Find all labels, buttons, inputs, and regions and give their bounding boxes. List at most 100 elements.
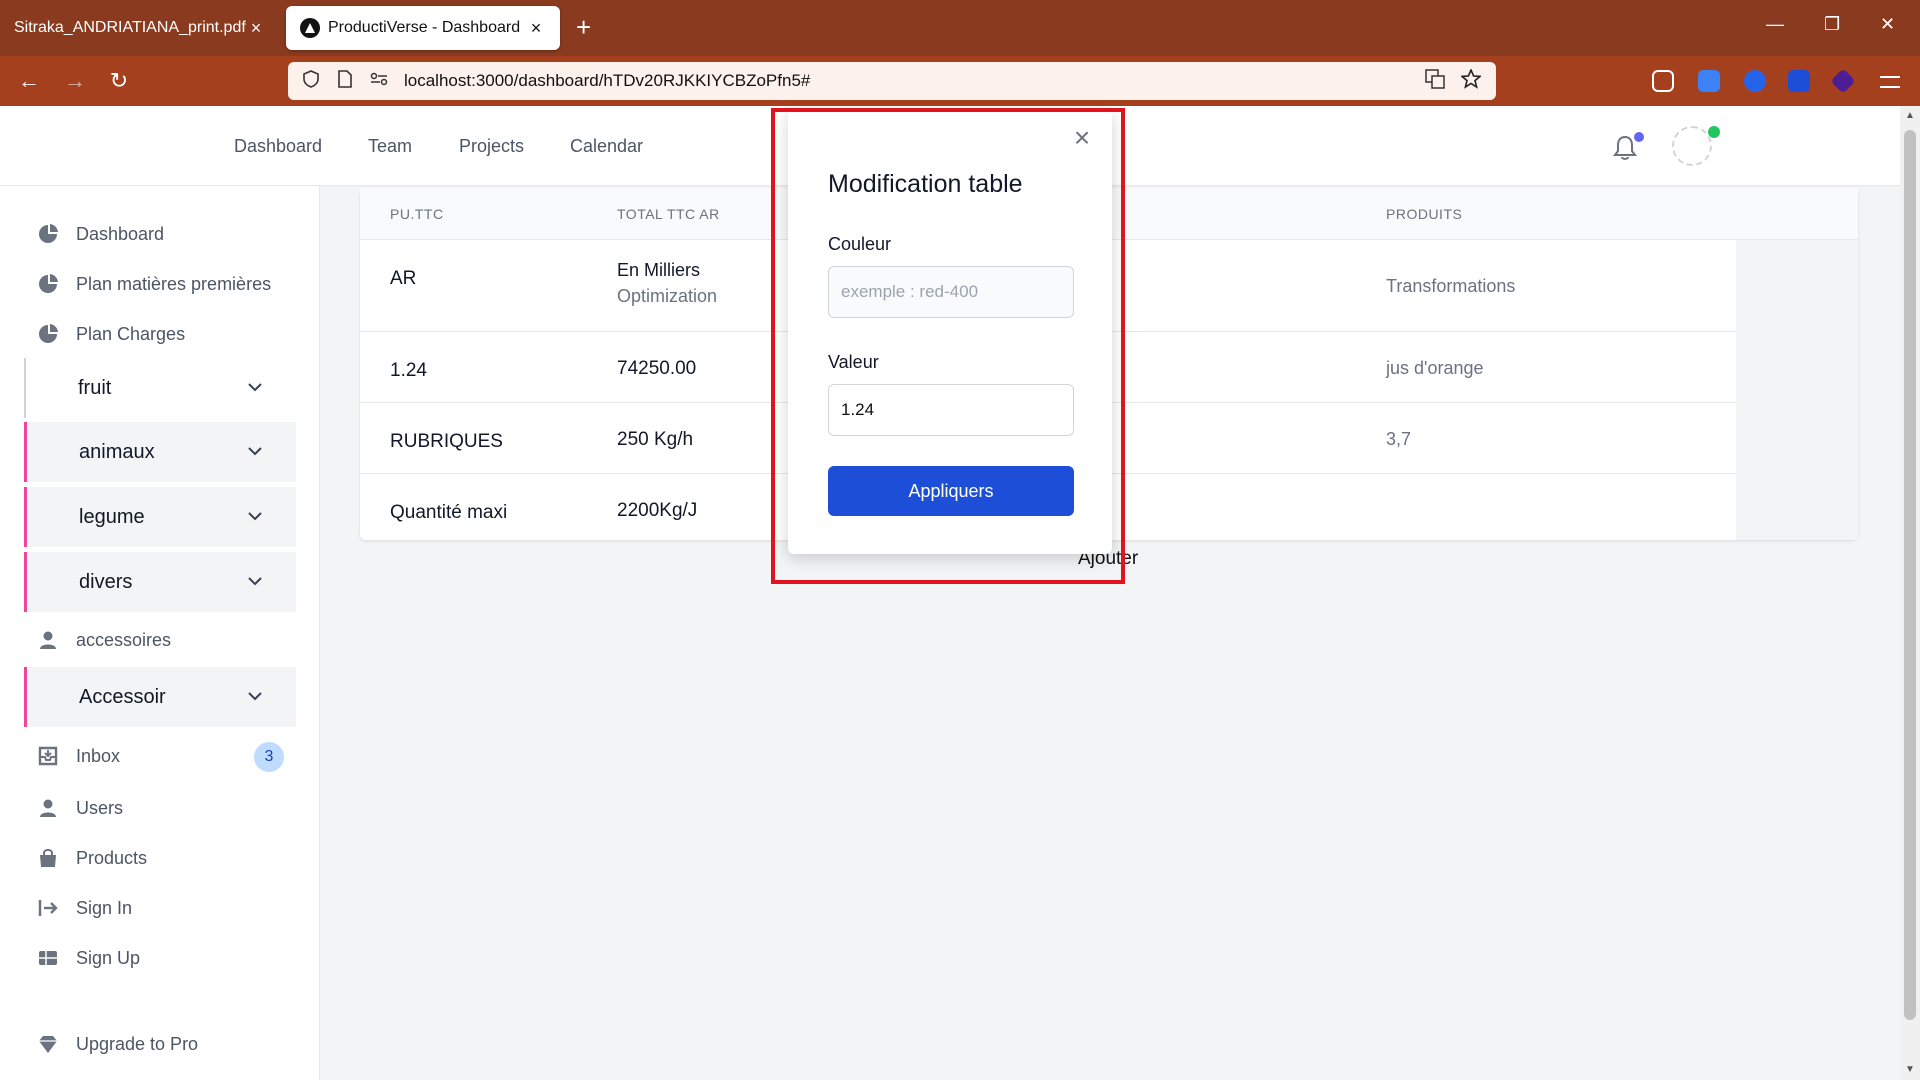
page-scrollbar[interactable]: ▲ ▼ bbox=[1900, 106, 1920, 1080]
address-bar[interactable]: localhost:3000/dashboard/hTDv20RJKKIYCBZ… bbox=[288, 62, 1496, 100]
sidebar-item-sign-in[interactable]: Sign In bbox=[36, 896, 132, 920]
inbox-icon bbox=[36, 744, 60, 768]
sidebar-item-label: Users bbox=[76, 797, 124, 818]
pie-chart-icon bbox=[36, 222, 60, 246]
sidebar-item-label: Inbox bbox=[76, 745, 121, 766]
sidebar-item-label: Plan matières premières bbox=[76, 273, 272, 294]
inbox-count-badge: 3 bbox=[254, 742, 284, 772]
app-favicon-icon bbox=[300, 18, 320, 38]
table-cell: 74250.00 bbox=[617, 358, 697, 379]
new-tab-button[interactable]: + bbox=[576, 14, 591, 40]
sidebar-item-plan-charges[interactable]: Plan Charges bbox=[36, 322, 185, 346]
sidebar-item-upgrade[interactable]: Upgrade to Pro bbox=[36, 1032, 198, 1056]
sidebar-item-label: accessoires bbox=[76, 629, 172, 650]
back-icon[interactable]: ← bbox=[14, 68, 44, 94]
permissions-icon[interactable] bbox=[368, 72, 390, 91]
reload-icon[interactable]: ↻ bbox=[104, 68, 134, 94]
table-cell: jus d'orange bbox=[1386, 358, 1484, 378]
table-cell: 2200Kg/J bbox=[617, 500, 698, 521]
nav-team[interactable]: Team bbox=[368, 136, 412, 157]
tab-pdf[interactable]: Sitraka_ANDRIATIANA_print.pdf × bbox=[0, 6, 280, 50]
minimize-icon[interactable]: — bbox=[1766, 14, 1784, 35]
user-icon bbox=[36, 796, 60, 820]
table-cell: AR bbox=[390, 268, 417, 289]
table-cell: 1.24 bbox=[390, 360, 427, 381]
table-side-strip bbox=[1736, 240, 1858, 540]
table-icon bbox=[36, 946, 60, 970]
browser-tab-bar: Sitraka_ANDRIATIANA_print.pdf × Producti… bbox=[0, 0, 1920, 56]
chevron-down-icon bbox=[248, 447, 262, 456]
sidebar-item-dashboard[interactable]: Dashboard bbox=[36, 222, 164, 246]
translate-icon[interactable] bbox=[1424, 68, 1446, 94]
group-label: legume bbox=[79, 505, 145, 528]
browser-nav-bar: ← → ↻ localhost:3000/dashboard/hTDv20RJK… bbox=[0, 56, 1920, 106]
chevron-down-icon bbox=[248, 512, 262, 521]
scroll-down-icon[interactable]: ▼ bbox=[1900, 1064, 1920, 1075]
sidebar-item-label: Plan Charges bbox=[76, 323, 186, 344]
close-tab-icon[interactable]: × bbox=[526, 18, 546, 39]
column-header: TOTAL TTC AR bbox=[617, 206, 720, 222]
menu-icon[interactable] bbox=[1880, 76, 1900, 88]
shield-icon[interactable] bbox=[300, 69, 322, 93]
sidebar-item-inbox[interactable]: Inbox bbox=[36, 744, 120, 768]
extension-icon[interactable] bbox=[1698, 70, 1720, 92]
shopping-bag-icon bbox=[36, 846, 60, 870]
sidebar-group-fruit[interactable]: fruit bbox=[24, 358, 296, 418]
chevron-down-icon bbox=[248, 577, 262, 586]
sidebar-group-legume[interactable]: legume bbox=[24, 487, 296, 547]
nav-dashboard[interactable]: Dashboard bbox=[234, 136, 322, 157]
nav-projects[interactable]: Projects bbox=[459, 136, 524, 157]
translate-extension-icon[interactable] bbox=[1788, 70, 1810, 92]
table-cell: En Milliers bbox=[617, 260, 701, 280]
notification-dot bbox=[1634, 132, 1644, 142]
nav-calendar[interactable]: Calendar bbox=[570, 136, 643, 157]
pocket-icon[interactable] bbox=[1652, 70, 1674, 92]
table-cell: 3,7 bbox=[1386, 429, 1412, 449]
restore-icon[interactable]: ❐ bbox=[1824, 14, 1840, 35]
page-icon[interactable] bbox=[334, 69, 356, 93]
table-cell: RUBRIQUES bbox=[390, 431, 503, 452]
extension-icon[interactable] bbox=[1830, 68, 1856, 94]
tab-dashboard[interactable]: ProductiVerse - Dashboard × bbox=[286, 6, 560, 50]
sidebar-item-label: Sign Up bbox=[76, 947, 141, 968]
table-cell: Quantité maxi bbox=[390, 502, 508, 523]
close-tab-icon[interactable]: × bbox=[246, 18, 266, 39]
table-cell: Optimization bbox=[617, 286, 718, 306]
scroll-up-icon[interactable]: ▲ bbox=[1900, 110, 1920, 121]
sidebar-item-plan-matieres[interactable]: Plan matières premières bbox=[36, 272, 271, 296]
tab-title: Sitraka_ANDRIATIANA_print.pdf bbox=[14, 19, 246, 36]
sidebar-item-label: Sign In bbox=[76, 897, 133, 918]
sidebar-group-animaux[interactable]: animaux bbox=[24, 422, 296, 482]
sidebar-item-accessoires[interactable]: accessoires bbox=[36, 628, 171, 652]
chevron-down-icon bbox=[248, 383, 262, 392]
user-icon bbox=[36, 628, 60, 652]
sidebar-item-label: Products bbox=[76, 847, 148, 868]
sidebar-item-label: Dashboard bbox=[76, 223, 165, 244]
sidebar: Dashboard Plan matières premières Plan C… bbox=[0, 186, 320, 1080]
table-cell: Transformations bbox=[1386, 276, 1516, 296]
pie-chart-icon bbox=[36, 272, 60, 296]
extension-icon[interactable] bbox=[1744, 70, 1766, 92]
group-label: animaux bbox=[79, 440, 155, 463]
forward-icon[interactable]: → bbox=[60, 68, 90, 94]
scrollbar-thumb[interactable] bbox=[1904, 130, 1916, 1020]
table-cell: 250 Kg/h bbox=[617, 429, 694, 450]
close-window-icon[interactable]: ✕ bbox=[1880, 14, 1895, 35]
group-label: Accessoir bbox=[79, 685, 166, 708]
gem-icon bbox=[36, 1032, 60, 1056]
tab-title: ProductiVerse - Dashboard bbox=[328, 19, 521, 36]
avatar[interactable] bbox=[1672, 126, 1712, 166]
sidebar-item-label: Upgrade to Pro bbox=[76, 1033, 199, 1054]
chevron-down-icon bbox=[248, 692, 262, 701]
column-header: PRODUITS bbox=[1386, 206, 1463, 222]
pie-chart-icon bbox=[36, 322, 60, 346]
sidebar-item-users[interactable]: Users bbox=[36, 796, 123, 820]
sign-in-icon bbox=[36, 896, 60, 920]
sidebar-item-sign-up[interactable]: Sign Up bbox=[36, 946, 140, 970]
sidebar-group-accessoir[interactable]: Accessoir bbox=[24, 667, 296, 727]
sidebar-group-divers[interactable]: divers bbox=[24, 552, 296, 612]
sidebar-item-products[interactable]: Products bbox=[36, 846, 147, 870]
group-label: divers bbox=[79, 570, 133, 593]
highlight-box bbox=[771, 108, 1125, 584]
bookmark-star-icon[interactable] bbox=[1459, 67, 1483, 94]
